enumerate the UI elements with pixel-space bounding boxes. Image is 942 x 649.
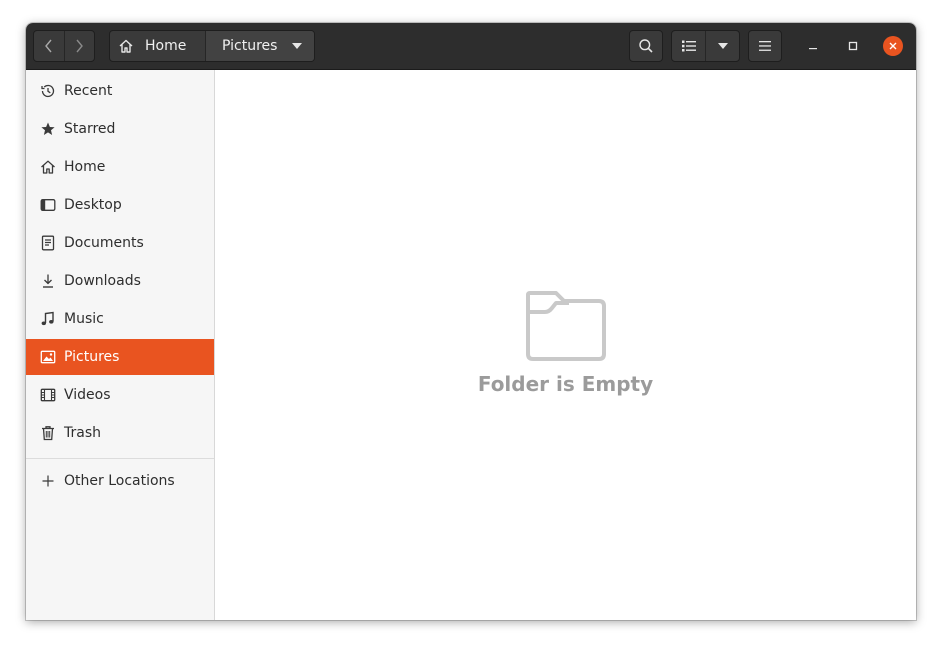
forward-button[interactable]	[63, 31, 95, 61]
caret-down-icon	[292, 43, 303, 49]
sidebar-item-trash[interactable]: Trash	[26, 415, 214, 451]
plus-icon	[40, 473, 56, 489]
path-label-home: Home	[145, 38, 187, 54]
path-button-current[interactable]: Pictures	[205, 31, 314, 61]
folder-icon	[525, 291, 606, 361]
minimize-button[interactable]	[803, 36, 823, 56]
trash-icon	[40, 425, 56, 441]
close-button[interactable]	[883, 36, 903, 56]
sidebar-item-recent[interactable]: Recent	[26, 73, 214, 109]
header-bar: Home Pictures	[26, 23, 916, 70]
desktop-icon	[40, 197, 56, 213]
hamburger-menu-icon	[759, 41, 771, 51]
empty-folder-placeholder: Folder is Empty	[215, 290, 916, 396]
main-menu-button[interactable]	[748, 30, 782, 62]
minimize-icon	[809, 48, 817, 50]
list-view-button[interactable]	[672, 31, 705, 61]
sidebar-item-label: Trash	[64, 425, 101, 441]
sidebar-item-pictures[interactable]: Pictures	[26, 339, 214, 375]
home-icon	[119, 39, 133, 53]
sidebar-item-label: Other Locations	[64, 473, 175, 489]
back-button[interactable]	[34, 31, 64, 61]
sidebar-item-home[interactable]: Home	[26, 149, 214, 185]
sidebar-item-label: Videos	[64, 387, 111, 403]
places-sidebar: Recent Starred Home Desktop Documents Do…	[26, 70, 215, 620]
sidebar-item-label: Home	[64, 159, 106, 175]
sidebar-item-label: Starred	[64, 121, 116, 137]
list-view-icon	[681, 40, 696, 52]
sidebar-item-downloads[interactable]: Downloads	[26, 263, 214, 299]
film-icon	[40, 387, 56, 403]
sidebar-item-desktop[interactable]: Desktop	[26, 187, 214, 223]
close-icon	[889, 42, 897, 50]
chevron-right-icon	[76, 39, 84, 53]
view-buttons	[671, 30, 740, 62]
sidebar-item-music[interactable]: Music	[26, 301, 214, 337]
music-note-icon	[40, 311, 56, 327]
path-label-current: Pictures	[222, 38, 278, 54]
file-manager-window: Home Pictures Recent Starred Home Deskto…	[26, 23, 916, 620]
sidebar-item-starred[interactable]: Starred	[26, 111, 214, 147]
download-icon	[40, 273, 56, 289]
view-options-button[interactable]	[705, 31, 739, 61]
sidebar-item-label: Downloads	[64, 273, 141, 289]
clock-icon	[40, 83, 56, 99]
sidebar-item-label: Music	[64, 311, 104, 327]
home-icon	[40, 159, 56, 175]
empty-folder-message: Folder is Empty	[477, 372, 654, 396]
sidebar-item-label: Documents	[64, 235, 144, 251]
file-view[interactable]: Folder is Empty	[215, 70, 916, 620]
caret-down-icon	[717, 43, 728, 49]
path-bar: Home Pictures	[109, 30, 315, 62]
sidebar-item-other-locations[interactable]: Other Locations	[26, 463, 214, 499]
search-button[interactable]	[629, 30, 663, 62]
sidebar-item-videos[interactable]: Videos	[26, 377, 214, 413]
search-icon	[639, 39, 653, 53]
sidebar-item-documents[interactable]: Documents	[26, 225, 214, 261]
sidebar-item-label: Desktop	[64, 197, 122, 213]
document-icon	[40, 235, 56, 251]
sidebar-divider	[26, 458, 214, 459]
star-icon	[40, 121, 56, 137]
chevron-left-icon	[44, 39, 52, 53]
path-button-home[interactable]: Home	[110, 31, 205, 61]
maximize-button[interactable]	[843, 36, 863, 56]
maximize-icon	[848, 41, 858, 51]
picture-icon	[40, 349, 56, 365]
navigation-buttons	[33, 30, 95, 62]
sidebar-item-label: Pictures	[64, 349, 120, 365]
sidebar-item-label: Recent	[64, 83, 113, 99]
